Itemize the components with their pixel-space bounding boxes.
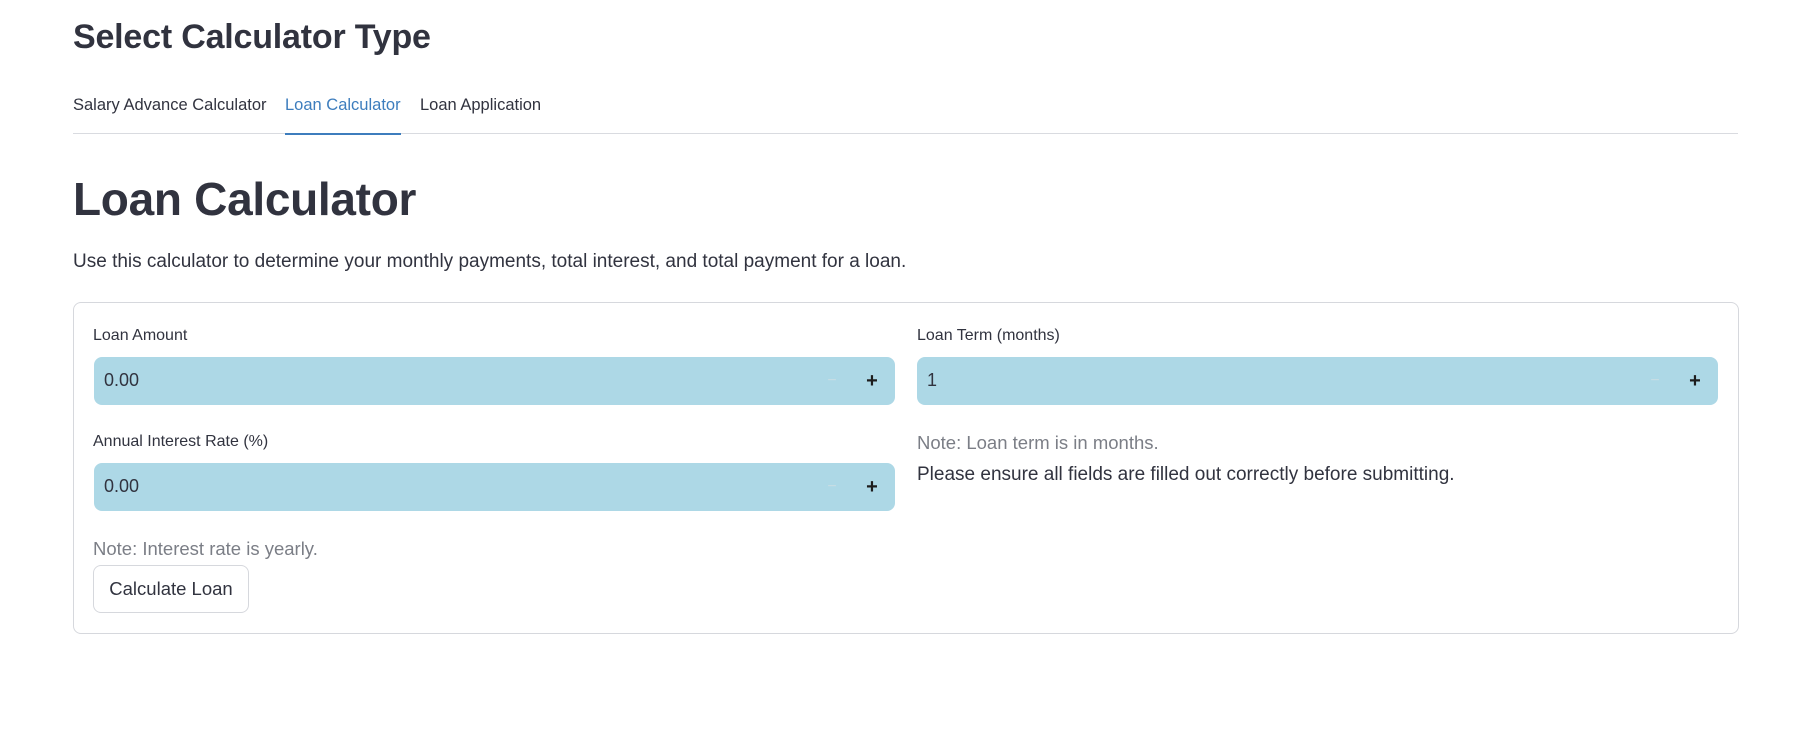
submit-info-text: Please ensure all fields are filled out … <box>917 464 1455 485</box>
interest-rate-increment-button[interactable]: + <box>859 473 885 501</box>
interest-rate-input[interactable]: 0.00 − + <box>94 463 895 511</box>
interest-rate-label: Annual Interest Rate (%) <box>93 433 269 450</box>
loan-term-note: Note: Loan term is in months. <box>917 432 1159 453</box>
tab-loan-application[interactable]: Loan Application <box>420 96 541 134</box>
calculator-tabs: Salary Advance Calculator Loan Calculato… <box>73 92 1738 135</box>
loan-form: Loan Amount 0.00 − + Loan Term (months) … <box>73 302 1739 634</box>
tab-loan-calculator[interactable]: Loan Calculator <box>285 96 401 135</box>
loan-amount-increment-button[interactable]: + <box>859 367 885 395</box>
calculate-loan-button[interactable]: Calculate Loan <box>93 565 249 613</box>
interest-rate-value[interactable]: 0.00 <box>104 476 139 497</box>
loan-term-decrement-button[interactable]: − <box>1642 367 1668 395</box>
interest-rate-note: Note: Interest rate is yearly. <box>93 538 318 559</box>
loan-term-label: Loan Term (months) <box>917 327 1060 344</box>
section-description: Use this calculator to determine your mo… <box>73 251 907 272</box>
loan-term-increment-button[interactable]: + <box>1682 367 1708 395</box>
tab-salary-advance-calculator[interactable]: Salary Advance Calculator <box>73 96 267 134</box>
loan-amount-value[interactable]: 0.00 <box>104 370 139 391</box>
loan-amount-decrement-button[interactable]: − <box>819 367 845 395</box>
loan-term-value[interactable]: 1 <box>927 370 937 391</box>
loan-term-input[interactable]: 1 − + <box>917 357 1718 405</box>
interest-rate-decrement-button[interactable]: − <box>819 473 845 501</box>
loan-amount-input[interactable]: 0.00 − + <box>94 357 895 405</box>
loan-amount-label: Loan Amount <box>93 327 188 344</box>
section-title: Loan Calculator <box>73 173 417 225</box>
page-title: Select Calculator Type <box>73 18 431 56</box>
